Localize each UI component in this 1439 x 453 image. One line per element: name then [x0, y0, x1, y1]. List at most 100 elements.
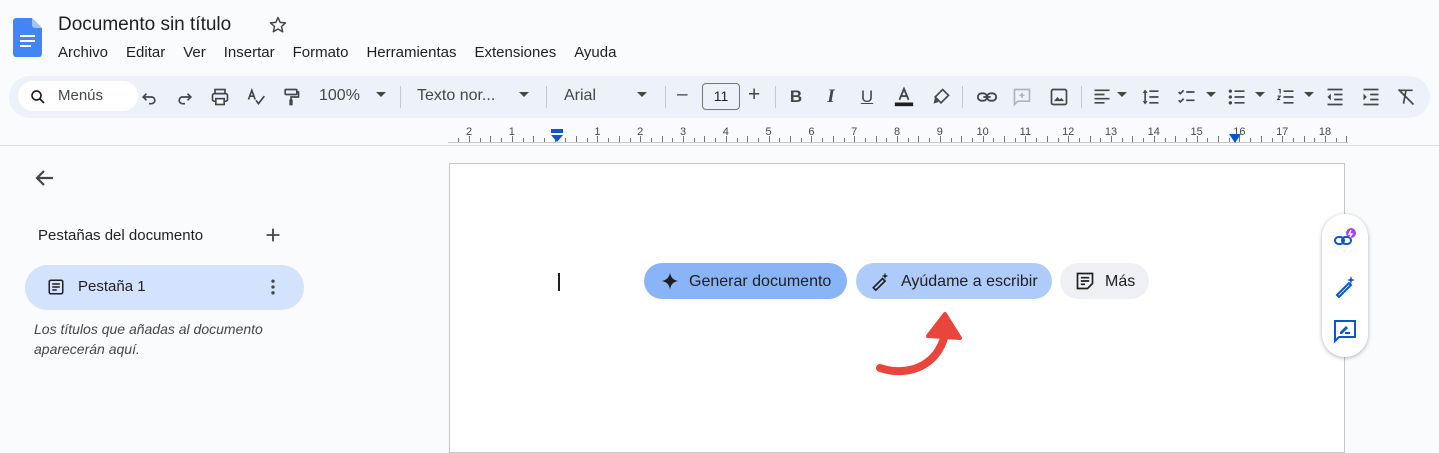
zoom-dropdown-icon[interactable]	[376, 92, 386, 97]
link-ai-icon[interactable]	[1333, 226, 1357, 250]
menu-ver[interactable]: Ver	[183, 42, 215, 63]
underline-icon: U	[860, 87, 874, 106]
pen-icon[interactable]	[1333, 274, 1357, 298]
ruler-tick	[1346, 136, 1348, 142]
bold-button[interactable]: B	[784, 85, 808, 109]
ruler-tick	[650, 138, 652, 142]
menu-editar[interactable]: Editar	[126, 42, 174, 63]
ruler-tick	[469, 136, 470, 142]
ruler-tick	[779, 138, 781, 142]
ruler-tick	[618, 136, 620, 142]
spellcheck-button[interactable]	[244, 85, 268, 109]
font-value[interactable]: Arial	[564, 87, 596, 105]
menu-extensiones[interactable]: Extensiones	[474, 42, 565, 63]
font-size-input[interactable]: 11	[702, 83, 740, 110]
star-icon[interactable]	[268, 15, 288, 35]
line-spacing-button[interactable]	[1139, 85, 1163, 109]
ruler-tick	[1325, 136, 1326, 142]
numbered-list-button[interactable]	[1274, 85, 1298, 109]
help-me-write-chip[interactable]: Ayúdame a escribir	[856, 263, 1052, 299]
insert-image-button[interactable]	[1047, 85, 1071, 109]
insert-link-button[interactable]	[975, 85, 999, 109]
ruler-tick	[543, 138, 545, 142]
redo-button[interactable]	[173, 85, 197, 109]
document-icon	[48, 279, 64, 295]
ruler-tick	[1282, 136, 1284, 142]
ruler-tick	[1143, 138, 1145, 142]
underline-button[interactable]: U	[855, 85, 879, 109]
menu-archivo[interactable]: Archivo	[58, 42, 117, 63]
paint-format-button[interactable]	[279, 85, 303, 109]
ruler-tick	[608, 138, 610, 142]
ruler-tick	[897, 136, 898, 142]
generate-document-chip[interactable]: Generar documento	[644, 263, 847, 299]
ruler[interactable]: 2 1 1 2 3 4 5 6 7 8 9 10 11 12 13 14 15 16 17 18	[448, 122, 1348, 146]
ruler-tick	[1218, 136, 1219, 142]
font-dropdown-icon[interactable]	[637, 92, 647, 97]
sidebar-hint-text: Los títulos que añadas al documento apar…	[34, 321, 263, 357]
pen-sparkle-icon	[872, 272, 889, 291]
ruler-tick	[586, 138, 588, 142]
search-menus-button[interactable]: Menús	[18, 81, 138, 111]
ruler-tick	[661, 136, 663, 142]
redo-icon	[178, 93, 193, 105]
ruler-tick	[1014, 138, 1016, 142]
ruler-tick	[693, 138, 695, 142]
decrease-font-size-button[interactable]: –	[677, 84, 688, 106]
align-button[interactable]	[1090, 85, 1114, 109]
add-icon[interactable]	[262, 224, 284, 246]
add-comment-button[interactable]	[1010, 85, 1034, 109]
bulleted-list-button[interactable]	[1225, 85, 1249, 109]
menu-ayuda[interactable]: Ayuda	[574, 42, 625, 63]
ruler-tick	[939, 136, 941, 142]
more-chip[interactable]: Más	[1060, 263, 1149, 299]
increase-indent-button[interactable]	[1359, 85, 1383, 109]
ruler-tick	[1303, 136, 1305, 142]
highlight-button[interactable]	[929, 85, 953, 109]
increase-font-size-button[interactable]: +	[748, 83, 760, 107]
align-dropdown-icon[interactable]	[1117, 92, 1127, 97]
docs-logo-icon[interactable]	[13, 18, 42, 57]
toolbar-divider	[665, 86, 666, 108]
style-value[interactable]: Texto nor...	[417, 87, 495, 105]
right-indent-marker-icon[interactable]	[1229, 134, 1241, 144]
undo-button[interactable]	[137, 85, 161, 109]
ruler-tick	[1132, 136, 1134, 142]
menu-formato[interactable]: Formato	[293, 42, 358, 63]
ruler-tick	[768, 136, 770, 142]
zoom-value[interactable]: 100%	[319, 87, 360, 105]
back-arrow-icon[interactable]	[33, 166, 57, 190]
ruler-tick	[993, 138, 995, 142]
checklist-button[interactable]	[1175, 85, 1199, 109]
ruler-tick	[683, 136, 684, 142]
checklist-icon	[1178, 89, 1195, 104]
ruler-tick	[843, 138, 845, 142]
left-indent-marker-icon[interactable]	[549, 129, 565, 143]
toolbar-divider	[400, 86, 401, 108]
text-color-button[interactable]	[892, 85, 916, 109]
more-vert-icon[interactable]	[263, 277, 283, 297]
spellcheck-icon	[247, 87, 265, 106]
style-dropdown-icon[interactable]	[519, 92, 529, 97]
document-title[interactable]: Documento sin título	[58, 14, 231, 36]
ruler-tick	[747, 136, 749, 142]
paint-format-icon	[284, 88, 300, 106]
ruler-tick	[1185, 138, 1187, 142]
ruler-tick	[1335, 138, 1337, 142]
clear-formatting-button[interactable]	[1394, 85, 1418, 109]
toolbar-divider	[546, 86, 547, 108]
ruler-tick	[886, 138, 888, 142]
checklist-dropdown-icon[interactable]	[1206, 92, 1216, 97]
sidebar-tab-item[interactable]: Pestaña 1	[25, 265, 304, 310]
ruler-tick	[501, 138, 503, 142]
ruler-tick	[971, 138, 973, 142]
print-button[interactable]	[208, 85, 232, 109]
menu-herramientas[interactable]: Herramientas	[366, 42, 465, 63]
bulleted-list-dropdown-icon[interactable]	[1255, 92, 1265, 97]
ruler-tick	[1196, 136, 1198, 142]
numbered-list-dropdown-icon[interactable]	[1304, 92, 1314, 97]
rate-review-icon[interactable]	[1333, 319, 1357, 343]
decrease-indent-button[interactable]	[1323, 85, 1347, 109]
menu-insertar[interactable]: Insertar	[224, 42, 284, 63]
italic-button[interactable]: I	[819, 85, 843, 109]
